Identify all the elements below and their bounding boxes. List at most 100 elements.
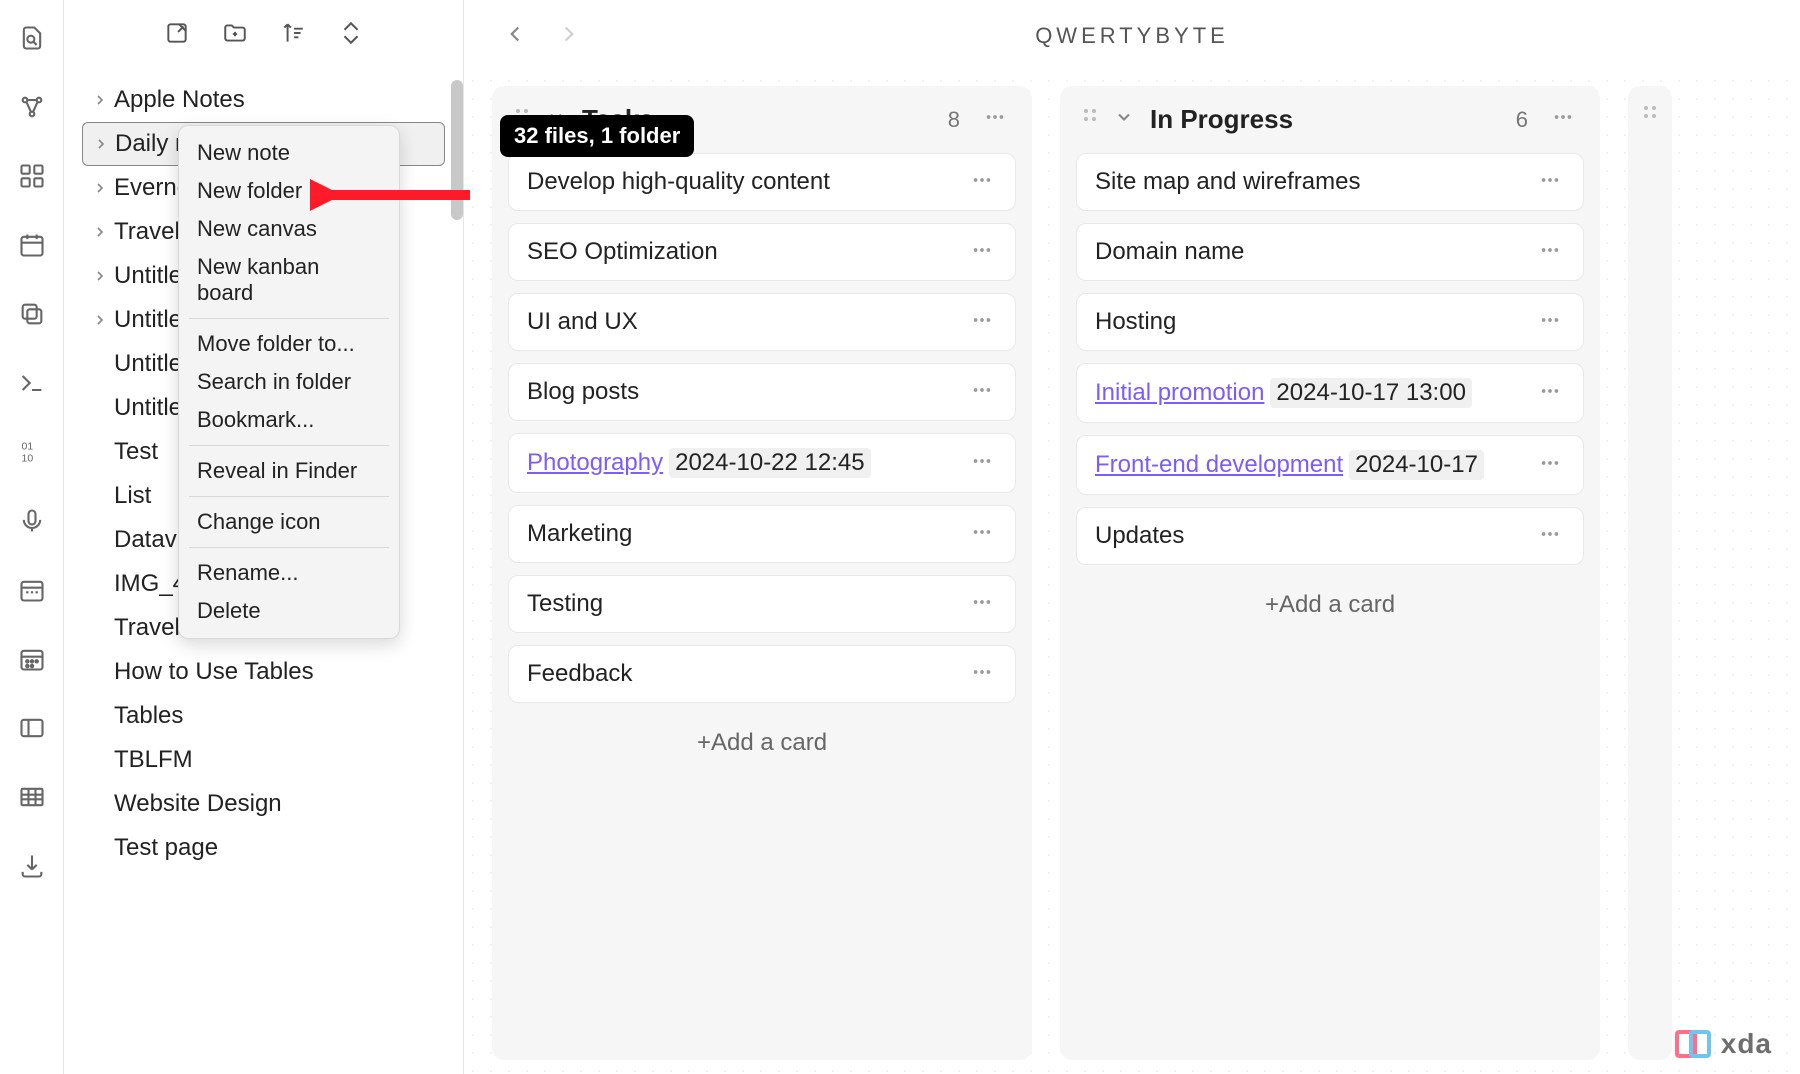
schedule-icon[interactable] <box>18 576 46 609</box>
card-menu-icon[interactable] <box>971 239 997 266</box>
chevron-right-icon[interactable] <box>92 312 114 328</box>
card-menu-icon[interactable] <box>1539 452 1565 479</box>
tree-item-label: Test <box>114 438 158 466</box>
add-card-button[interactable]: +Add a card <box>508 715 1016 763</box>
card-menu-icon[interactable] <box>1539 169 1565 196</box>
card-menu-icon[interactable] <box>971 521 997 548</box>
column-menu-icon[interactable] <box>984 106 1010 133</box>
card-menu-icon[interactable] <box>1539 523 1565 550</box>
kanban-card[interactable]: Feedback <box>508 645 1016 703</box>
panel-icon[interactable] <box>18 714 46 747</box>
card-menu-icon[interactable] <box>971 591 997 618</box>
kanban-card[interactable]: SEO Optimization <box>508 223 1016 281</box>
menu-item[interactable]: Move folder to... <box>179 325 399 363</box>
card-menu-icon[interactable] <box>971 309 997 336</box>
menu-item[interactable]: Reveal in Finder <box>179 452 399 490</box>
page-title: QWERTYBYTE <box>1035 23 1229 49</box>
tree-item[interactable]: How to Use Tables <box>82 650 445 694</box>
kanban-card[interactable]: Front-end development2024-10-17 <box>1076 435 1584 495</box>
mic-icon[interactable] <box>18 507 46 540</box>
tree-item[interactable]: Apple Notes <box>82 78 445 122</box>
graph-icon[interactable] <box>18 93 46 126</box>
download-icon[interactable] <box>18 852 46 885</box>
card-menu-icon[interactable] <box>1539 309 1565 336</box>
table-icon[interactable] <box>18 783 46 816</box>
kanban-card[interactable]: Updates <box>1076 507 1584 565</box>
chevron-right-icon[interactable] <box>92 92 114 108</box>
copy-icon[interactable] <box>18 300 46 333</box>
collapse-icon[interactable] <box>338 20 364 51</box>
tree-item-label: List <box>114 482 151 510</box>
icon-rail: 0110 <box>0 0 64 1074</box>
menu-item[interactable]: New note <box>179 134 399 172</box>
grid-icon[interactable] <box>18 162 46 195</box>
kanban-card[interactable]: Marketing <box>508 505 1016 563</box>
month-icon[interactable] <box>18 645 46 678</box>
binary-icon[interactable]: 0110 <box>18 438 46 471</box>
kanban-card[interactable]: Develop high-quality content <box>508 153 1016 211</box>
menu-item[interactable]: Change icon <box>179 503 399 541</box>
chevron-right-icon[interactable] <box>93 136 115 152</box>
tree-item[interactable]: Website Design <box>82 782 445 826</box>
kanban-column-partial <box>1628 86 1672 1060</box>
menu-item[interactable]: Search in folder <box>179 363 399 401</box>
kanban-column: Tasks8Develop high-quality contentSEO Op… <box>492 86 1032 1060</box>
svg-text:01: 01 <box>21 441 33 453</box>
card-menu-icon[interactable] <box>971 661 997 688</box>
menu-item[interactable]: Rename... <box>179 554 399 592</box>
add-card-button[interactable]: +Add a card <box>1076 577 1584 625</box>
card-menu-icon[interactable] <box>1539 380 1565 407</box>
card-text: SEO Optimization <box>527 238 961 266</box>
card-menu-icon[interactable] <box>1539 239 1565 266</box>
tree-item-label: Travel <box>114 614 180 642</box>
tree-item-label: How to Use Tables <box>114 658 314 686</box>
kanban-card[interactable]: Testing <box>508 575 1016 633</box>
sidebar-toolbar <box>64 0 463 72</box>
chevron-right-icon[interactable] <box>92 268 114 284</box>
tree-item[interactable]: Tables <box>82 694 445 738</box>
new-note-icon[interactable] <box>164 20 190 51</box>
tree-item-label: Test page <box>114 834 218 862</box>
drag-grip-icon[interactable] <box>1642 104 1658 129</box>
column-count: 6 <box>1516 107 1528 133</box>
card-text: Testing <box>527 590 961 618</box>
sort-icon[interactable] <box>280 20 306 51</box>
terminal-icon[interactable] <box>18 369 46 402</box>
drag-grip-icon[interactable] <box>1082 107 1100 132</box>
new-folder-icon[interactable] <box>222 20 248 51</box>
kanban-card[interactable]: Photography2024-10-22 12:45 <box>508 433 1016 493</box>
file-search-icon[interactable] <box>18 24 46 57</box>
card-menu-icon[interactable] <box>971 379 997 406</box>
card-text: Marketing <box>527 520 961 548</box>
chevron-right-icon[interactable] <box>92 224 114 240</box>
tree-item[interactable]: TBLFM <box>82 738 445 782</box>
card-link[interactable]: Front-end development <box>1095 451 1343 479</box>
column-menu-icon[interactable] <box>1552 106 1578 133</box>
kanban-card[interactable]: UI and UX <box>508 293 1016 351</box>
menu-item[interactable]: Bookmark... <box>179 401 399 439</box>
menu-separator <box>189 445 389 446</box>
tree-item[interactable]: Test page <box>82 826 445 870</box>
kanban-card[interactable]: Site map and wireframes <box>1076 153 1584 211</box>
kanban-card[interactable]: Domain name <box>1076 223 1584 281</box>
kanban-card[interactable]: Initial promotion2024-10-17 13:00 <box>1076 363 1584 423</box>
calendar-icon[interactable] <box>18 231 46 264</box>
topbar: QWERTYBYTE <box>464 0 1800 72</box>
chevron-down-icon[interactable] <box>1114 107 1136 132</box>
menu-item[interactable]: Delete <box>179 592 399 630</box>
kanban-card[interactable]: Hosting <box>1076 293 1584 351</box>
kanban-card[interactable]: Blog posts <box>508 363 1016 421</box>
nav-back-icon[interactable] <box>502 21 528 52</box>
tree-item-label: IMG_4 <box>114 570 186 598</box>
card-link[interactable]: Initial promotion <box>1095 379 1264 407</box>
card-text: Blog posts <box>527 378 961 406</box>
card-menu-icon[interactable] <box>971 450 997 477</box>
nav-forward-icon[interactable] <box>556 21 582 52</box>
chevron-right-icon[interactable] <box>92 180 114 196</box>
card-text: Updates <box>1095 522 1529 550</box>
card-link[interactable]: Photography <box>527 449 663 477</box>
tree-item-label: Apple Notes <box>114 86 245 114</box>
card-date: 2024-10-22 12:45 <box>669 448 871 478</box>
menu-item[interactable]: New kanban board <box>179 248 399 312</box>
card-menu-icon[interactable] <box>971 169 997 196</box>
